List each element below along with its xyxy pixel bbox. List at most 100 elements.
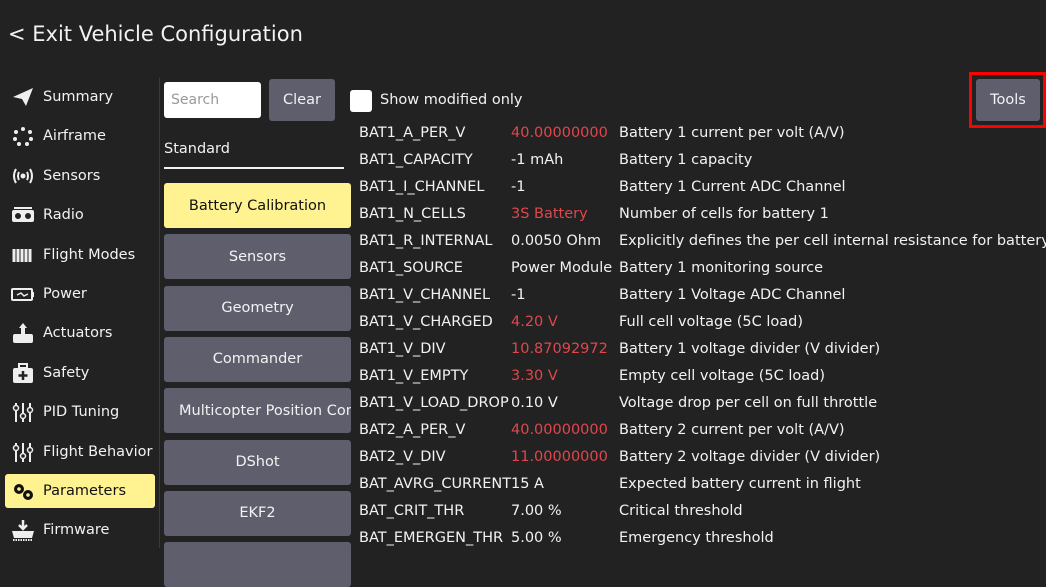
parameter-row[interactable]: BAT_AVRG_CURRENT 15 A Expected battery cur…: [359, 470, 861, 497]
divider: [159, 78, 160, 548]
parameter-value[interactable]: 3S Battery: [511, 206, 619, 222]
sidebar-item-label: Sensors: [43, 167, 101, 184]
radio-waves-icon: [13, 168, 33, 184]
group-button-multicopter-position-con[interactable]: Multicopter Position Con: [164, 388, 351, 434]
sidebar-item-summary[interactable]: Summary: [5, 80, 155, 114]
search-input[interactable]: [164, 82, 261, 118]
parameter-name: BAT_CRIT_THR: [359, 502, 465, 519]
parameter-row[interactable]: BAT1_R_INTERNAL 0.0050 Ohm Explicitly defi…: [359, 227, 1046, 254]
sliders-icon: [12, 403, 34, 423]
sidebar-item-parameters[interactable]: Parameters: [5, 474, 155, 508]
sidebar-item-label: Firmware: [43, 522, 110, 539]
parameter-value[interactable]: 5.00 %: [511, 530, 619, 546]
parameter-row[interactable]: BAT1_V_LOAD_DROP 0.10 V Voltage drop per c…: [359, 389, 877, 416]
parameter-value[interactable]: 0.0050 Ohm: [511, 233, 619, 249]
parameter-value[interactable]: 15 A: [511, 476, 619, 492]
sidebar-item-actuators[interactable]: Actuators: [5, 316, 155, 350]
parameter-value[interactable]: 40.00000000: [511, 422, 619, 438]
show-modified-checkbox[interactable]: [350, 90, 372, 112]
sidebar-item-radio[interactable]: Radio: [5, 198, 155, 232]
sidebar-item-sensors[interactable]: Sensors: [5, 159, 155, 193]
battery-icon: [11, 288, 34, 301]
gears-icon: [14, 484, 33, 500]
parameter-row[interactable]: BAT1_N_CELLS 3S Battery Number of cells fo…: [359, 200, 829, 227]
parameter-description: Emergency threshold: [619, 529, 774, 546]
parameter-row[interactable]: BAT1_V_DIV 10.87092972 Battery 1 voltage d…: [359, 335, 880, 362]
sidebar-item-label: Safety: [43, 364, 90, 381]
parameter-description: Battery 1 capacity: [619, 151, 753, 168]
parameter-row[interactable]: BAT1_A_PER_V 40.00000000 Battery 1 current…: [359, 119, 845, 146]
parameter-description: Expected battery current in flight: [619, 475, 861, 492]
parameter-row[interactable]: BAT1_V_EMPTY 3.30 V Empty cell voltage (5C…: [359, 362, 825, 389]
parameter-name: BAT1_V_DIV: [359, 340, 446, 357]
paper-plane-icon: [13, 88, 33, 106]
parameter-value[interactable]: 3.30 V: [511, 368, 619, 384]
parameter-value[interactable]: 10.87092972: [511, 341, 619, 357]
parameter-description: Battery 1 monitoring source: [619, 259, 824, 276]
parameter-name: BAT2_V_DIV: [359, 448, 446, 465]
parameter-name: BAT1_N_CELLS: [359, 205, 466, 222]
parameter-value[interactable]: 11.00000000: [511, 449, 619, 465]
parameter-name: BAT1_I_CHANNEL: [359, 178, 485, 195]
sidebar-item-label: Flight Modes: [43, 246, 136, 263]
sidebar-item-power[interactable]: Power: [5, 277, 155, 311]
parameter-row[interactable]: BAT_EMERGEN_THR 5.00 % Emergency threshold: [359, 524, 774, 551]
parameter-row[interactable]: BAT1_V_CHANNEL -1 Battery 1 Voltage ADC Ch…: [359, 281, 845, 308]
parameter-name: BAT1_R_INTERNAL: [359, 232, 493, 249]
parameter-name: BAT1_V_LOAD_DROP: [359, 394, 509, 411]
group-button-ekf2[interactable]: EKF2: [164, 490, 351, 536]
parameter-name: BAT2_A_PER_V: [359, 421, 466, 438]
tools-button[interactable]: Tools: [976, 79, 1040, 121]
parameter-row[interactable]: BAT_CRIT_THR 7.00 % Critical threshold: [359, 497, 743, 524]
parameter-row[interactable]: BAT2_V_DIV 11.00000000 Battery 2 voltage d…: [359, 443, 880, 470]
sidebar-item-flight-modes[interactable]: Flight Modes: [5, 238, 155, 272]
sidebar-item-pid-tuning[interactable]: PID Tuning: [5, 395, 155, 429]
actuator-icon: [13, 323, 33, 344]
parameter-value[interactable]: 7.00 %: [511, 503, 619, 519]
sidebar-item-label: Power: [43, 286, 87, 302]
exit-vehicle-configuration-link[interactable]: < Exit Vehicle Configuration: [8, 22, 303, 46]
parameter-description: Battery 2 current per volt (A/V): [619, 421, 845, 438]
category-underline: [164, 167, 344, 169]
sidebar-item-flight-behavior[interactable]: Flight Behavior: [5, 435, 155, 469]
parameter-value[interactable]: -1: [511, 287, 619, 303]
parameter-value[interactable]: -1 mAh: [511, 152, 619, 168]
clear-button[interactable]: Clear: [269, 79, 335, 121]
sidebar-item-label: Radio: [43, 207, 84, 224]
parameter-description: Battery 1 Current ADC Channel: [619, 178, 846, 195]
download-icon: [12, 520, 34, 542]
parameter-row[interactable]: BAT1_V_CHARGED 4.20 V Full cell voltage (5…: [359, 308, 803, 335]
parameter-row[interactable]: BAT2_A_PER_V 40.00000000 Battery 2 current…: [359, 416, 845, 443]
parameter-name: BAT_AVRG_CURRENT: [359, 475, 512, 492]
wave-icon: [12, 248, 32, 262]
parameter-row[interactable]: BAT1_CAPACITY -1 mAh Battery 1 capacity: [359, 146, 752, 173]
parameter-value[interactable]: 4.20 V: [511, 314, 619, 330]
sidebar-item-label: Actuators: [43, 325, 113, 342]
show-modified-label[interactable]: Show modified only: [380, 92, 523, 108]
parameter-description: Battery 2 voltage divider (V divider): [619, 448, 881, 465]
parameter-description: Critical threshold: [619, 502, 743, 519]
parameter-value[interactable]: -1: [511, 179, 619, 195]
parameter-name: BAT1_V_EMPTY: [359, 367, 469, 384]
sidebar-item-firmware[interactable]: Firmware: [5, 513, 155, 547]
category-header-standard[interactable]: Standard: [164, 141, 230, 157]
parameter-value[interactable]: 40.00000000: [511, 125, 619, 141]
parameter-name: BAT1_CAPACITY: [359, 151, 473, 168]
parameter-name: BAT1_V_CHANNEL: [359, 286, 491, 303]
parameter-row[interactable]: BAT1_SOURCE Power Module Battery 1 monitor…: [359, 254, 823, 281]
sidebar-item-airframe[interactable]: Airframe: [5, 119, 155, 153]
sidebar-item-safety[interactable]: Safety: [5, 356, 155, 390]
parameter-value[interactable]: Power Module: [511, 260, 619, 276]
radio-transmitter-icon: [12, 207, 34, 223]
parameter-value[interactable]: 0.10 V: [511, 395, 619, 411]
parameter-description: Explicitly defines the per cell internal…: [619, 232, 1046, 249]
group-button-commander[interactable]: Commander: [164, 336, 351, 382]
group-button-dshot[interactable]: DShot: [164, 439, 351, 485]
group-button-sensors[interactable]: Sensors: [164, 234, 351, 280]
parameter-description: Battery 1 voltage divider (V divider): [619, 340, 881, 357]
group-button-partial[interactable]: [164, 542, 351, 587]
parameter-name: BAT_EMERGEN_THR: [359, 529, 504, 546]
group-button-battery-calibration[interactable]: Battery Calibration: [164, 183, 351, 228]
group-button-geometry[interactable]: Geometry: [164, 285, 351, 331]
parameter-row[interactable]: BAT1_I_CHANNEL -1 Battery 1 Current ADC Ch…: [359, 173, 846, 200]
